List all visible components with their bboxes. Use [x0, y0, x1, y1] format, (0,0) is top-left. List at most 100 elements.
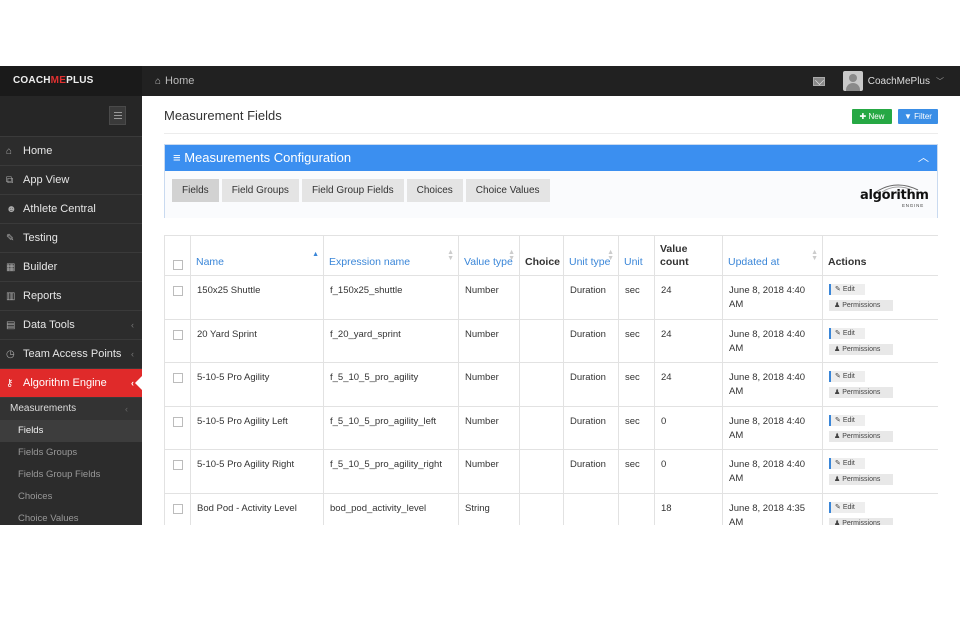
row-checkbox[interactable] [172, 286, 183, 296]
cell-unit-type: Duration [563, 318, 619, 363]
fields-table-wrapper: Name ▲ Expression name ▲ ▼ Value type ▲ ▼ Cho… [164, 235, 938, 525]
table-row: 150x25 Shuttle f_150x25_shuttle Number Dura… [164, 275, 938, 320]
sidebar-item-home[interactable]: ⌂ Home [0, 137, 142, 166]
tab-choice-values[interactable]: Choice Values [465, 179, 550, 202]
sidebar-subitem-choices[interactable]: Choices [0, 486, 142, 508]
sidebar-subheader-label: Measurements [10, 403, 77, 414]
cell-choice [519, 318, 564, 363]
cell-choice [519, 362, 564, 407]
edit-button[interactable]: ✎ Edit [829, 327, 865, 339]
pencil-icon: ✎ [835, 373, 843, 380]
user-icon: ♟ [834, 389, 843, 396]
sidebar-item-testing[interactable]: ✎ Testing [0, 224, 142, 253]
edit-button[interactable]: ✎ Edit [829, 371, 865, 382]
col-header-name[interactable]: Name ▲ [190, 235, 324, 276]
cell-choice [519, 405, 564, 450]
clock-icon: ◷ [6, 349, 15, 360]
cell-choice [519, 492, 564, 525]
new-button[interactable]: ✚ New [852, 109, 892, 124]
col-header-value-type[interactable]: Value type ▲ ▼ [458, 235, 520, 276]
measurements-config-panel: ≡ Measurements Configuration ︿ Fields Fie… [164, 144, 938, 218]
cell-unit: sec [618, 275, 655, 320]
row-checkbox[interactable] [172, 373, 183, 383]
sidebar-item-algorithm-engine[interactable]: ⚷ Algorithm Engine ‹ [0, 369, 142, 398]
sidebar-item-app-view[interactable]: ⧉ App View [0, 166, 142, 195]
col-header-unit-type[interactable]: Unit type ▲ ▼ [563, 235, 619, 276]
sort-asc-icon: ▲ [312, 251, 319, 258]
chevron-left-icon: ‹ [125, 404, 128, 414]
cell-count: 24 [654, 275, 723, 320]
divider [164, 133, 938, 134]
permissions-button[interactable]: ♟ Permissions [829, 474, 893, 485]
cell-unit: sec [618, 318, 655, 363]
user-name[interactable]: CoachMePlus [868, 76, 930, 87]
cell-name: 5-10-5 Pro Agility Right [190, 449, 324, 494]
table-icon: ▤ [6, 320, 16, 331]
col-header-updated-at[interactable]: Updated at ▲ ▼ [722, 235, 823, 276]
top-home-link[interactable]: ⌂ Home [155, 66, 194, 96]
tab-field-groups[interactable]: Field Groups [221, 179, 299, 202]
col-header-label: Actions [828, 256, 867, 268]
cell-updated: June 8, 2018 4:40 AM [722, 318, 823, 363]
permissions-button[interactable]: ♟ Permissions [829, 343, 893, 355]
row-checkbox[interactable] [172, 329, 183, 340]
tab-choices[interactable]: Choices [406, 179, 463, 202]
col-header-label: Unit type [569, 256, 611, 268]
edit-button[interactable]: ✎ Edit [829, 501, 865, 513]
sidebar-item-athlete-central[interactable]: ☻ Athlete Central [0, 195, 142, 224]
user-icon: ♟ [834, 432, 843, 440]
table-header-row: Name ▲ Expression name ▲ ▼ Value type ▲ ▼ Cho… [164, 235, 938, 276]
row-checkbox[interactable] [172, 416, 183, 427]
pencil-icon: ✎ [835, 503, 843, 511]
sidebar-item-team-access-points[interactable]: ◷ Team Access Points ‹ [0, 340, 142, 369]
row-checkbox[interactable] [172, 503, 183, 514]
filter-button[interactable]: ▼ Filter [898, 109, 938, 124]
col-header-unit[interactable]: Unit [618, 235, 655, 276]
chevron-down-icon[interactable]: ﹀ [936, 76, 944, 87]
col-header-actions: Actions [822, 235, 938, 276]
sidebar-subitem-fields-groups[interactable]: Fields Groups [0, 442, 142, 464]
panel-title: Measurements Configuration [184, 150, 352, 165]
menu-toggle-icon[interactable] [109, 106, 126, 125]
permissions-button[interactable]: ♟ Permissions [829, 387, 893, 398]
permissions-button[interactable]: ♟ Permissions [829, 517, 893, 525]
row-select-cell [164, 275, 191, 320]
panel-header[interactable]: ≡ Measurements Configuration ︿ [165, 145, 937, 171]
brand-highlight: ME [50, 75, 67, 86]
sidebar-subitem-choice-values[interactable]: Choice Values [0, 508, 142, 525]
col-header-expression[interactable]: Expression name ▲ ▼ [323, 235, 459, 276]
cell-name: 5-10-5 Pro Agility Left [190, 405, 324, 450]
sidebar-item-reports[interactable]: ▥ Reports [0, 282, 142, 311]
chevron-up-icon[interactable]: ︿ [918, 145, 929, 171]
cell-count: 24 [654, 318, 723, 363]
edit-button[interactable]: ✎ Edit [829, 414, 865, 426]
list-icon: ≡ [173, 150, 185, 165]
sidebar-subitem-fields-group-fields[interactable]: Fields Group Fields [0, 464, 142, 486]
sidebar-subitem-fields[interactable]: Fields [0, 420, 142, 442]
row-checkbox[interactable] [172, 460, 183, 470]
tab-field-group-fields[interactable]: Field Group Fields [301, 179, 404, 202]
tab-fields[interactable]: Fields [172, 179, 219, 202]
chevron-left-icon: ‹ [131, 378, 134, 388]
edit-button[interactable]: ✎ Edit [829, 458, 865, 469]
avatar[interactable] [842, 71, 863, 91]
cell-name: Bod Pod - Activity Level [190, 492, 324, 525]
select-all-checkbox[interactable] [172, 260, 183, 270]
sidebar-item-builder[interactable]: ▦ Builder [0, 253, 142, 282]
permissions-button[interactable]: ♟ Permissions [829, 430, 893, 442]
cell-unit-type: Duration [563, 275, 619, 320]
sidebar-item-data-tools[interactable]: ▤ Data Tools ‹ [0, 311, 142, 340]
cell-value-type: Number [458, 449, 520, 494]
pencil-icon: ✎ [835, 460, 843, 467]
table-row: 5-10-5 Pro Agility Right f_5_10_5_pro_agi… [164, 449, 938, 494]
key-icon: ⚷ [6, 378, 14, 389]
col-header-label: Choice [525, 256, 561, 268]
cell-value-type: Number [458, 405, 520, 450]
sidebar-subheader-measurements[interactable]: Measurements ‹ [0, 398, 142, 420]
col-header-label: Value type [464, 256, 513, 268]
brand-logo[interactable]: COACHMEPLUS [0, 66, 142, 96]
col-header-label: Expression name [329, 256, 411, 268]
permissions-button[interactable]: ♟ Permissions [829, 300, 893, 311]
envelope-icon[interactable] [812, 76, 825, 86]
edit-button[interactable]: ✎ Edit [829, 284, 865, 295]
